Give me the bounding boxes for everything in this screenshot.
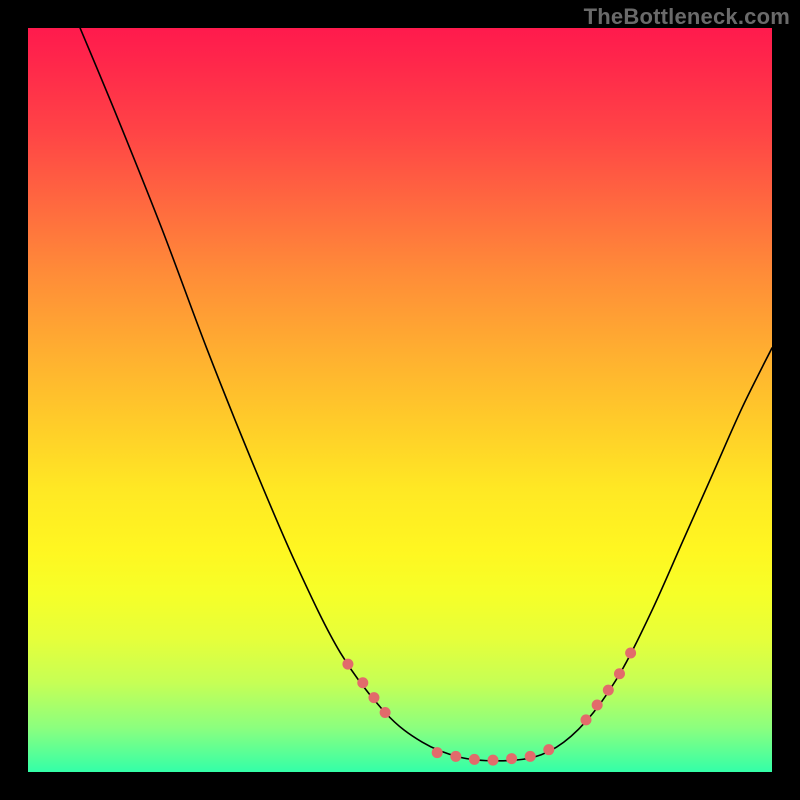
data-point-marker [380, 707, 391, 718]
data-point-marker [368, 692, 379, 703]
marker-group-left [342, 659, 390, 718]
data-point-marker [525, 751, 536, 762]
data-point-marker [432, 747, 443, 758]
data-point-marker [543, 744, 554, 755]
data-point-marker [469, 754, 480, 765]
data-point-marker [581, 714, 592, 725]
chart-frame: TheBottleneck.com [0, 0, 800, 800]
data-point-marker [342, 659, 353, 670]
bottleneck-curve [80, 28, 772, 761]
data-point-marker [506, 753, 517, 764]
watermark-text: TheBottleneck.com [584, 4, 790, 30]
curve-layer [28, 28, 772, 772]
data-point-marker [625, 647, 636, 658]
data-point-marker [592, 700, 603, 711]
plot-area [28, 28, 772, 772]
data-point-marker [603, 685, 614, 696]
data-point-marker [357, 677, 368, 688]
data-point-marker [614, 668, 625, 679]
data-point-marker [450, 751, 461, 762]
data-point-marker [488, 755, 499, 766]
